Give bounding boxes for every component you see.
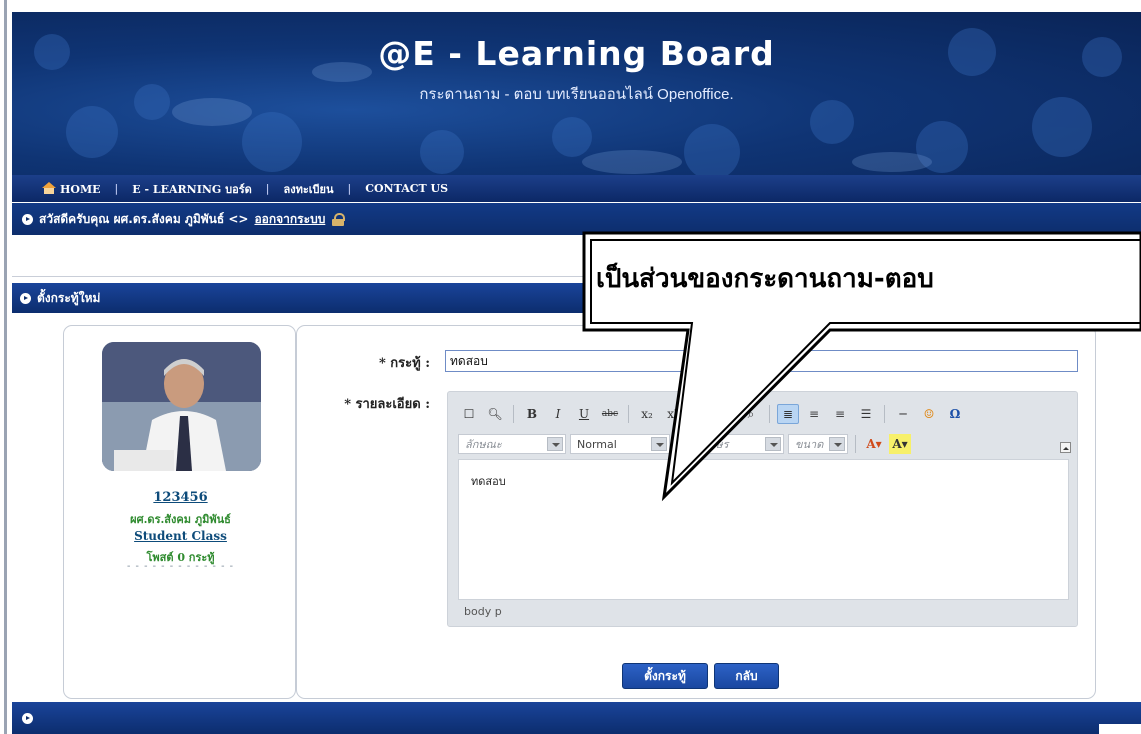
style-select-value: ลักษณะ <box>465 438 502 451</box>
profile-panel: 123456 ผศ.ดร.สังคม ภูมิพันธ์ Student Cla… <box>63 325 296 699</box>
chevron-down-icon <box>765 437 781 451</box>
nav-home-label: HOME <box>60 182 101 196</box>
avatar <box>102 342 261 471</box>
special-char-icon[interactable]: Ω <box>944 404 966 424</box>
toolbar-separator <box>769 405 770 423</box>
smiley-icon[interactable]: ☺ <box>918 404 940 424</box>
home-icon <box>42 181 57 194</box>
align-justify-icon[interactable]: ☰ <box>855 404 877 424</box>
editor-path-bar: body p <box>464 605 502 618</box>
welcome-text: สวัสดีครับคุณ ผศ.ดร.สังคม ภูมิพันธ์ <> <box>39 211 249 226</box>
subject-input[interactable] <box>445 350 1078 372</box>
lock-icon[interactable] <box>331 212 347 226</box>
nav-separator: | <box>114 182 119 195</box>
toolbar-separator <box>855 435 856 453</box>
bullet-icon <box>20 292 31 304</box>
rich-text-editor: ☐ 🔍︎ B I U abc x₂ x² ≡ ⇥ ⌕ ≣ ≡ ≡ ☰ ─ ☺ Ω… <box>447 391 1078 627</box>
profile-name: ผศ.ดร.สังคม ภูมิพันธ์ <box>130 513 231 526</box>
bullet-icon <box>22 213 33 225</box>
bg-color-icon[interactable]: A▾ <box>889 434 911 454</box>
chevron-down-icon <box>829 437 845 451</box>
logout-link[interactable]: ออกจากระบบ <box>254 210 325 229</box>
section-header: ตั้งกระทู้ใหม่ <box>12 283 1141 313</box>
editor-content[interactable]: ทดสอบ <box>458 459 1069 600</box>
welcome-bar: สวัสดีครับคุณ ผศ.ดร.สังคม ภูมิพันธ์ <> อ… <box>12 203 1141 235</box>
font-select-value: แบบอักษร <box>681 438 729 451</box>
nav-register[interactable]: ลงทะเบียน <box>284 180 334 198</box>
callout-text: เป็นส่วนของกระดานถาม-ตอบ <box>596 264 934 294</box>
toolbar-separator <box>513 405 514 423</box>
size-select-value: ขนาด <box>795 438 824 451</box>
preview-icon[interactable]: 🔍︎ <box>484 404 506 424</box>
subscript-icon[interactable]: x₂ <box>636 404 658 424</box>
font-select[interactable]: แบบอักษร <box>674 434 784 454</box>
find-icon[interactable]: ⌕ <box>740 404 762 424</box>
align-center-icon[interactable]: ≡ <box>803 404 825 424</box>
detail-label: * รายละเอียด : <box>344 397 430 412</box>
indent-icon[interactable]: ⇥ <box>714 404 736 424</box>
chevron-down-icon <box>547 437 563 451</box>
align-right-icon[interactable]: ≡ <box>829 404 851 424</box>
toolbar-separator <box>884 405 885 423</box>
main-nav: HOME | E - LEARNING บอร์ด | ลงทะเบียน | … <box>12 175 1141 202</box>
superscript-icon[interactable]: x² <box>662 404 684 424</box>
editor-toolbar-1: ☐ 🔍︎ B I U abc x₂ x² ≡ ⇥ ⌕ ≣ ≡ ≡ ☰ ─ ☺ Ω <box>458 402 966 426</box>
nav-separator: | <box>265 182 270 195</box>
subject-label: * กระทู้ : <box>378 356 430 371</box>
format-select[interactable]: Normal <box>570 434 670 454</box>
new-page-icon[interactable]: ☐ <box>458 404 480 424</box>
site-title: @E - Learning Board <box>378 34 775 73</box>
style-select[interactable]: ลักษณะ <box>458 434 566 454</box>
nav-elearning-board[interactable]: E - LEARNING บอร์ด <box>132 180 252 198</box>
nav-home[interactable]: HOME <box>42 181 101 196</box>
footer-corner <box>1099 724 1141 734</box>
site-subtitle: กระดานถาม - ตอบ บทเรียนออนไลน์ Openoffic… <box>419 86 734 103</box>
size-select[interactable]: ขนาด <box>788 434 848 454</box>
horizontal-rule-icon[interactable]: ─ <box>892 404 914 424</box>
text-color-icon[interactable]: A▾ <box>863 434 885 454</box>
nav-separator: | <box>347 182 352 195</box>
footer-bar <box>12 702 1141 734</box>
strike-icon[interactable]: abc <box>599 404 621 424</box>
toolbar-separator <box>628 405 629 423</box>
submit-post-button[interactable]: ตั้งกระทู้ <box>622 663 708 689</box>
avatar-photo <box>102 342 261 471</box>
profile-divider: - - - - - - - - - - - - - <box>126 561 235 572</box>
format-select-value: Normal <box>577 437 617 451</box>
profile-class[interactable]: Student Class <box>64 529 297 543</box>
profile-user-id[interactable]: 123456 <box>64 490 297 505</box>
italic-icon[interactable]: I <box>547 404 569 424</box>
bullet-icon <box>22 713 33 724</box>
back-button[interactable]: กลับ <box>714 663 779 689</box>
chevron-down-icon <box>651 437 667 451</box>
section-title: ตั้งกระทู้ใหม่ <box>37 290 101 305</box>
bold-icon[interactable]: B <box>521 404 543 424</box>
list-icon[interactable]: ≡ <box>688 404 710 424</box>
collapse-toolbar-icon[interactable] <box>1060 442 1071 453</box>
page-left-border <box>0 0 9 734</box>
site-banner: @E - Learning Board กระดานถาม - ตอบ บทเร… <box>12 12 1141 175</box>
nav-contact[interactable]: CONTACT US <box>365 182 448 195</box>
underline-icon[interactable]: U <box>573 404 595 424</box>
editor-toolbar-2: ลักษณะ Normal แบบอักษร ขนาด A▾ A▾ <box>458 432 911 456</box>
align-left-icon[interactable]: ≣ <box>777 404 799 424</box>
